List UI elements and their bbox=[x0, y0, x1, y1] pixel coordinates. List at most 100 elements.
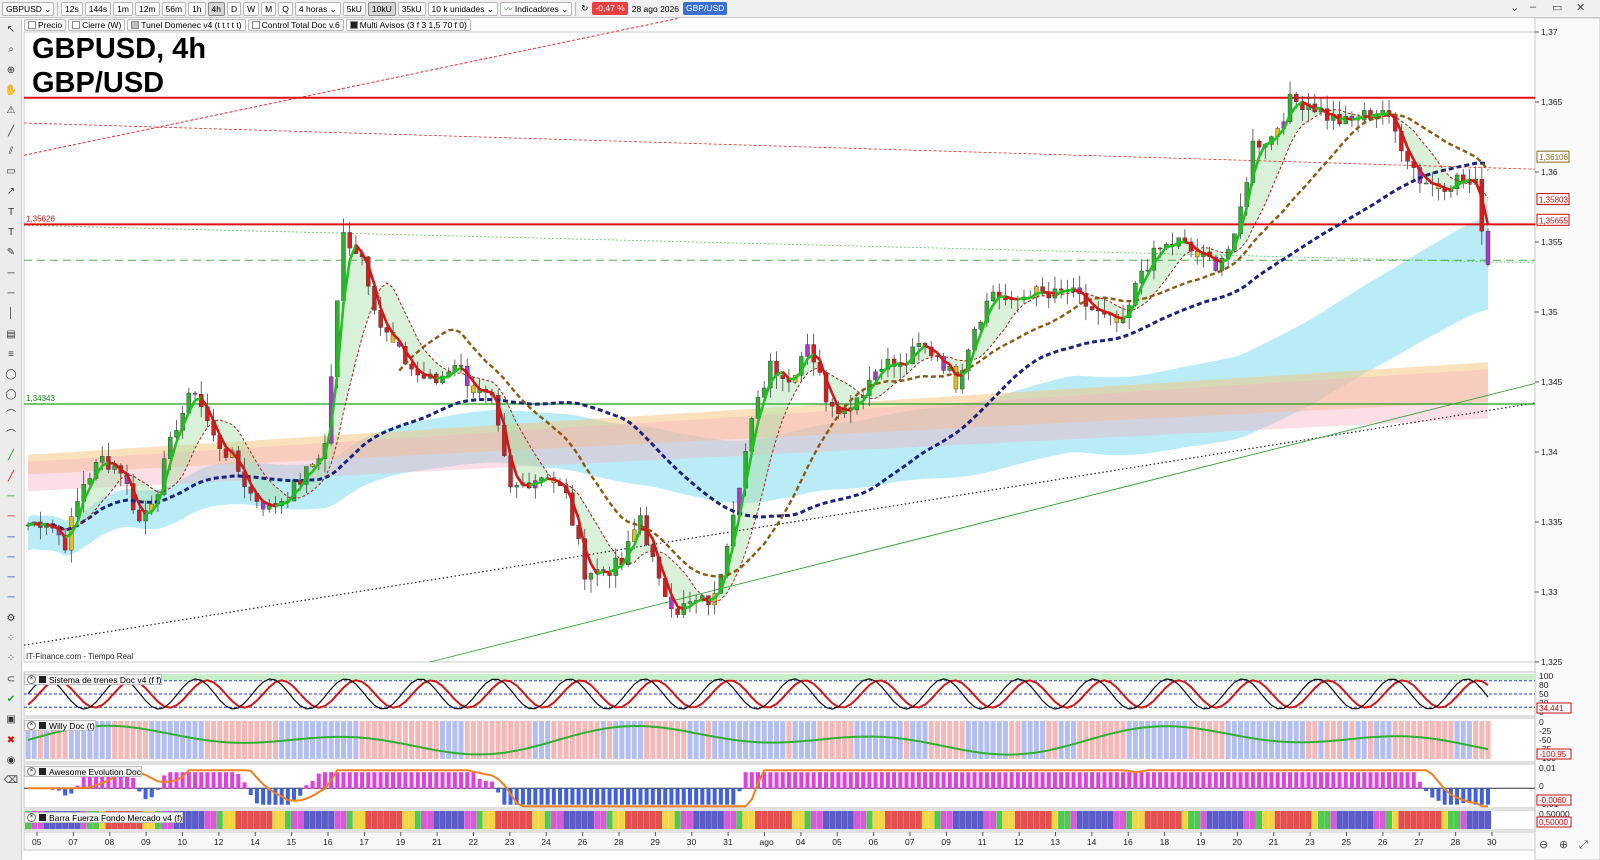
awesome-bar bbox=[440, 772, 445, 789]
fuerza-block bbox=[1249, 811, 1256, 829]
time-tick-label: 09 bbox=[141, 837, 151, 847]
willy-bar bbox=[854, 721, 860, 759]
awesome-bar bbox=[1238, 772, 1243, 789]
willy-bar bbox=[588, 721, 594, 759]
awesome-bar bbox=[675, 788, 680, 805]
awesome-bar bbox=[1349, 772, 1354, 789]
price-chart[interactable]: 1,37 1,365 1,36 1,355 1,35 1,345 1,34 1,335 1,33… bbox=[0, 0, 1600, 860]
time-tick-label: 15 bbox=[287, 837, 297, 847]
willy-bar bbox=[687, 721, 693, 759]
close-pane-icon[interactable]: × bbox=[27, 813, 36, 822]
fuerza-block bbox=[1126, 811, 1133, 829]
fuerza-block bbox=[1051, 811, 1058, 829]
willy-bar bbox=[1411, 721, 1417, 759]
ma-fast bbox=[1264, 141, 1272, 146]
ma-fast bbox=[1326, 112, 1334, 116]
time-tick-label: 22 bbox=[469, 837, 479, 847]
willy-bar bbox=[359, 721, 365, 759]
time-tick-label: 26 bbox=[1378, 837, 1388, 847]
willy-bar bbox=[934, 721, 940, 759]
awesome-bar bbox=[799, 772, 804, 789]
willy-bar bbox=[223, 721, 229, 759]
time-tick-label: 26 bbox=[578, 837, 588, 847]
willy-bar bbox=[922, 721, 928, 759]
time-tick-label: 11 bbox=[978, 837, 987, 847]
willy-bar bbox=[576, 721, 582, 759]
awesome-bar bbox=[681, 788, 686, 805]
awesome-bar bbox=[545, 788, 550, 805]
data-credit: IT-Finance.com - Tiempo Real bbox=[26, 652, 134, 661]
zoom-in-icon[interactable]: ⊕ bbox=[1559, 838, 1568, 851]
awesome-bar bbox=[718, 788, 723, 805]
ma-fast bbox=[603, 570, 610, 574]
awesome-bar bbox=[929, 772, 934, 789]
awesome-bar bbox=[254, 788, 259, 804]
pane-header-fuerza[interactable]: × Barra Fuerza Fondo Mercado v4 (f) bbox=[24, 812, 184, 823]
pane-header-willy[interactable]: × Willy Doc (t) bbox=[24, 720, 96, 731]
fuerza-block bbox=[1454, 811, 1461, 829]
awesome-bar bbox=[242, 782, 247, 789]
pane-value-label: -100,95 bbox=[1539, 750, 1567, 759]
awesome-bar bbox=[211, 772, 216, 789]
awesome-bar bbox=[193, 772, 198, 789]
fuerza-block bbox=[841, 811, 848, 829]
fuerza-block bbox=[717, 811, 724, 829]
fuerza-block bbox=[557, 811, 564, 829]
close-pane-icon[interactable]: × bbox=[27, 767, 36, 776]
candle-body bbox=[811, 344, 816, 363]
willy-bar bbox=[668, 721, 674, 759]
willy-bar bbox=[433, 721, 439, 759]
fuerza-block bbox=[798, 811, 805, 829]
fuerza-block bbox=[1150, 811, 1157, 829]
fuerza-block bbox=[612, 811, 619, 829]
fuerza-block bbox=[1280, 811, 1287, 829]
awesome-bar bbox=[1059, 772, 1064, 789]
willy-bar bbox=[786, 721, 792, 759]
ma-fast bbox=[1048, 291, 1056, 295]
willy-bar bbox=[229, 721, 235, 759]
fuerza-block bbox=[1120, 811, 1126, 829]
ma-fast bbox=[534, 480, 542, 486]
fuerza-block bbox=[1002, 811, 1009, 829]
fuerza-block bbox=[637, 811, 644, 829]
awesome-bar bbox=[1133, 772, 1138, 789]
fuerza-block bbox=[909, 811, 916, 829]
pane-header-awesome[interactable]: × Awesome Evolution Doc bbox=[24, 766, 142, 777]
fuerza-block bbox=[216, 811, 223, 829]
willy-bar bbox=[316, 721, 322, 759]
fit-icon[interactable]: ⤢ bbox=[1579, 838, 1588, 851]
pane-header-trenes[interactable]: × Sistema de trenes Doc v4 (f f) bbox=[24, 674, 163, 685]
ma-fast bbox=[838, 406, 845, 411]
awesome-bar bbox=[817, 772, 822, 789]
fuerza-block bbox=[1485, 811, 1491, 829]
willy-bar bbox=[662, 721, 668, 759]
fuerza-block bbox=[829, 811, 836, 829]
willy-bar bbox=[1306, 721, 1312, 759]
fuerza-block bbox=[1089, 811, 1096, 829]
fuerza-block bbox=[458, 811, 465, 829]
fuerza-block bbox=[1262, 811, 1269, 829]
awesome-bar bbox=[230, 772, 235, 789]
time-tick-label: 14 bbox=[1087, 837, 1097, 847]
willy-bar bbox=[718, 721, 724, 759]
pane-value-label: 34,441 bbox=[1539, 704, 1564, 713]
fuerza-block bbox=[853, 811, 860, 829]
fuerza-block bbox=[649, 811, 656, 829]
awesome-bar bbox=[378, 772, 383, 789]
fuerza-block bbox=[1274, 811, 1281, 829]
close-pane-icon[interactable]: × bbox=[27, 675, 36, 684]
fuerza-block bbox=[1447, 811, 1454, 829]
awesome-bar bbox=[384, 772, 389, 789]
close-pane-icon[interactable]: × bbox=[27, 721, 36, 730]
awesome-bar bbox=[607, 788, 612, 805]
fuerza-block bbox=[420, 811, 427, 829]
fuerza-block bbox=[340, 811, 347, 829]
willy-bar bbox=[415, 721, 421, 759]
zoom-out-icon[interactable]: ⊖ bbox=[1539, 838, 1548, 851]
ma-fast bbox=[485, 390, 493, 394]
willy-bar bbox=[155, 721, 161, 759]
fuerza-block bbox=[1064, 811, 1071, 829]
fuerza-block bbox=[785, 811, 792, 829]
awesome-bar bbox=[1294, 772, 1299, 789]
willy-bar bbox=[532, 721, 538, 759]
